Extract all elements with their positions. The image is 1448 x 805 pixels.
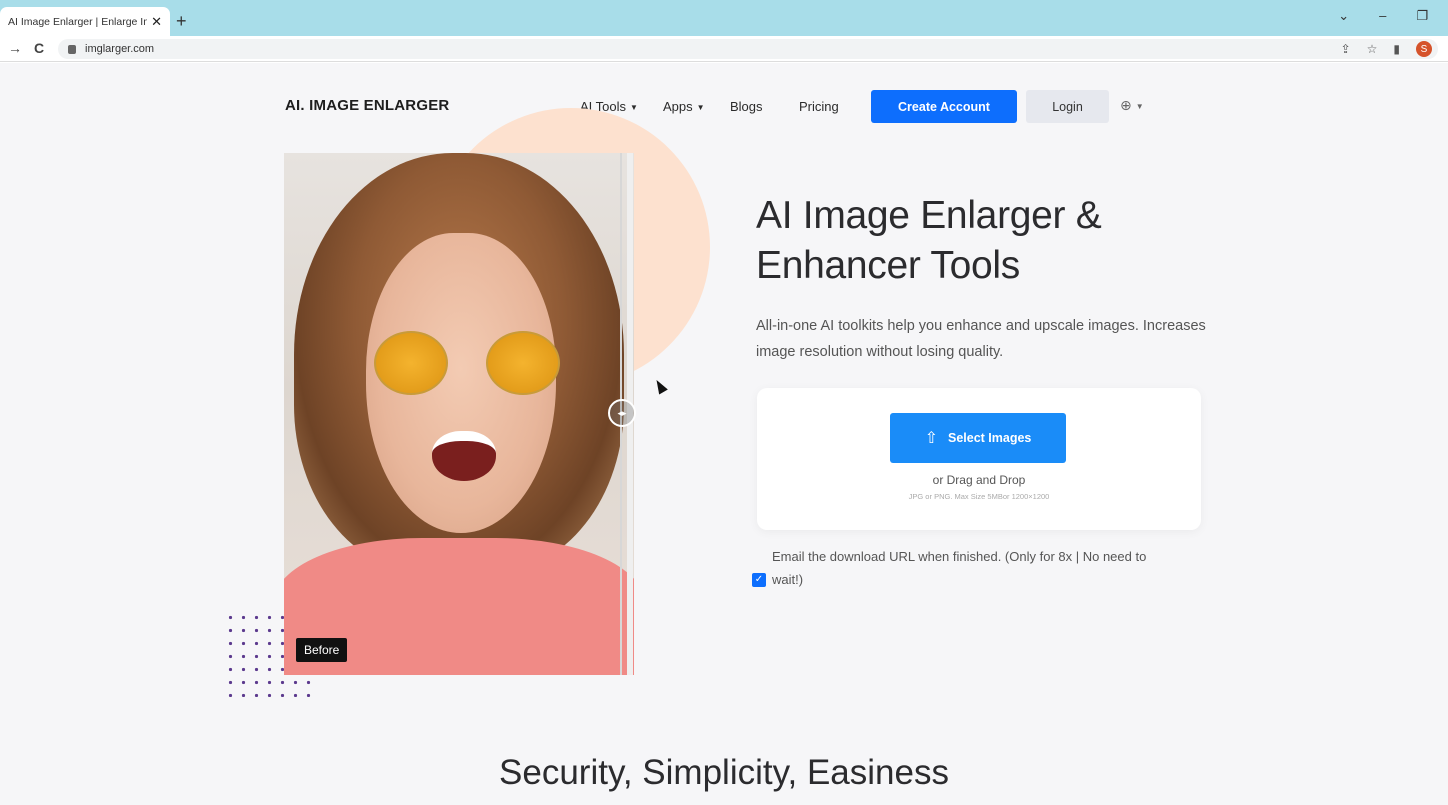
side-panel-icon[interactable]: ▮ [1393, 42, 1400, 56]
restore-button[interactable]: ❐ [1416, 8, 1428, 24]
mouth-shape [432, 431, 496, 481]
drag-drop-text: or Drag and Drop [932, 473, 1026, 487]
omnibox-actions: ⇪ ☆ ▮ S [1341, 39, 1432, 59]
sunglasses-right-lens [486, 331, 560, 395]
email-option-text-line2: wait!) [772, 572, 804, 587]
close-tab-icon[interactable]: ✕ [151, 14, 162, 30]
browser-tab[interactable]: AI Image Enlarger | Enlarge Imag ✕ [0, 7, 170, 36]
bookmark-star-icon[interactable]: ☆ [1367, 42, 1378, 56]
sunglasses-left-lens [374, 331, 448, 395]
mouse-cursor-icon [652, 377, 668, 395]
select-images-label: Select Images [948, 431, 1032, 445]
before-after-image[interactable] [284, 153, 634, 675]
site-logo[interactable]: AI. IMAGE ENLARGER [285, 97, 449, 114]
upload-card[interactable]: ⇧ Select Images or Drag and Drop JPG or … [757, 388, 1201, 530]
nav-apps[interactable]: Apps ▼ [663, 99, 705, 114]
address-bar: → C imglarger.com ⇪ ☆ ▮ S [0, 36, 1448, 62]
section-title: Security, Simplicity, Easiness [499, 753, 949, 792]
share-icon[interactable]: ⇪ [1341, 42, 1351, 56]
url-text: imglarger.com [85, 43, 155, 55]
chevron-down-icon: ▼ [630, 103, 638, 113]
browser-tab-bar: AI Image Enlarger | Enlarge Imag ✕ + ⌄ –… [0, 0, 1448, 36]
window-controls: ⌄ – ❐ [1338, 8, 1428, 24]
chevron-down-icon: ▼ [1135, 101, 1144, 111]
url-field[interactable]: imglarger.com ⇪ ☆ ▮ S [58, 39, 1438, 59]
email-checkbox[interactable]: ✓ [752, 572, 766, 587]
create-account-button[interactable]: Create Account [871, 90, 1017, 123]
comparison-slider-handle[interactable]: ◂▸ [608, 399, 636, 427]
hero-subtitle: All-in-one AI toolkits help you enhance … [756, 318, 1206, 360]
lock-icon [68, 44, 76, 54]
forward-icon[interactable]: → [8, 40, 22, 56]
select-images-button[interactable]: ⇧ Select Images [890, 413, 1066, 463]
login-button[interactable]: Login [1026, 90, 1109, 123]
nav-apps-label: Apps [663, 99, 693, 114]
web-page: AI. IMAGE ENLARGER AI Tools ▼ Apps ▼ Blogs… [0, 63, 1448, 805]
chevron-down-icon: ▼ [696, 103, 705, 113]
reload-icon[interactable]: C [34, 40, 44, 56]
new-tab-button[interactable]: + [176, 11, 187, 32]
tab-title: AI Image Enlarger | Enlarge Imag [8, 15, 147, 28]
upload-icon: ⇧ [924, 430, 938, 447]
nav-pricing[interactable]: Pricing [799, 99, 839, 114]
nav-blogs[interactable]: Blogs [730, 99, 763, 114]
email-option-text-line1: Email the download URL when finished. (O… [772, 549, 1147, 564]
language-selector[interactable]: ⊕ ▼ [1120, 97, 1144, 114]
translate-icon: ⊕ [1120, 97, 1132, 113]
file-requirements-hint: JPG or PNG. Max Size 5MBor 1200×1200 [908, 492, 1050, 501]
email-option: Email the download URL when finished. (O… [752, 545, 1202, 591]
before-label: Before [296, 638, 348, 662]
minimize-button[interactable]: – [1379, 8, 1386, 24]
hero-title: AI Image Enlarger & Enhancer Tools [756, 194, 1102, 287]
profile-avatar[interactable]: S [1416, 41, 1432, 57]
tab-search-icon[interactable]: ⌄ [1338, 8, 1349, 24]
